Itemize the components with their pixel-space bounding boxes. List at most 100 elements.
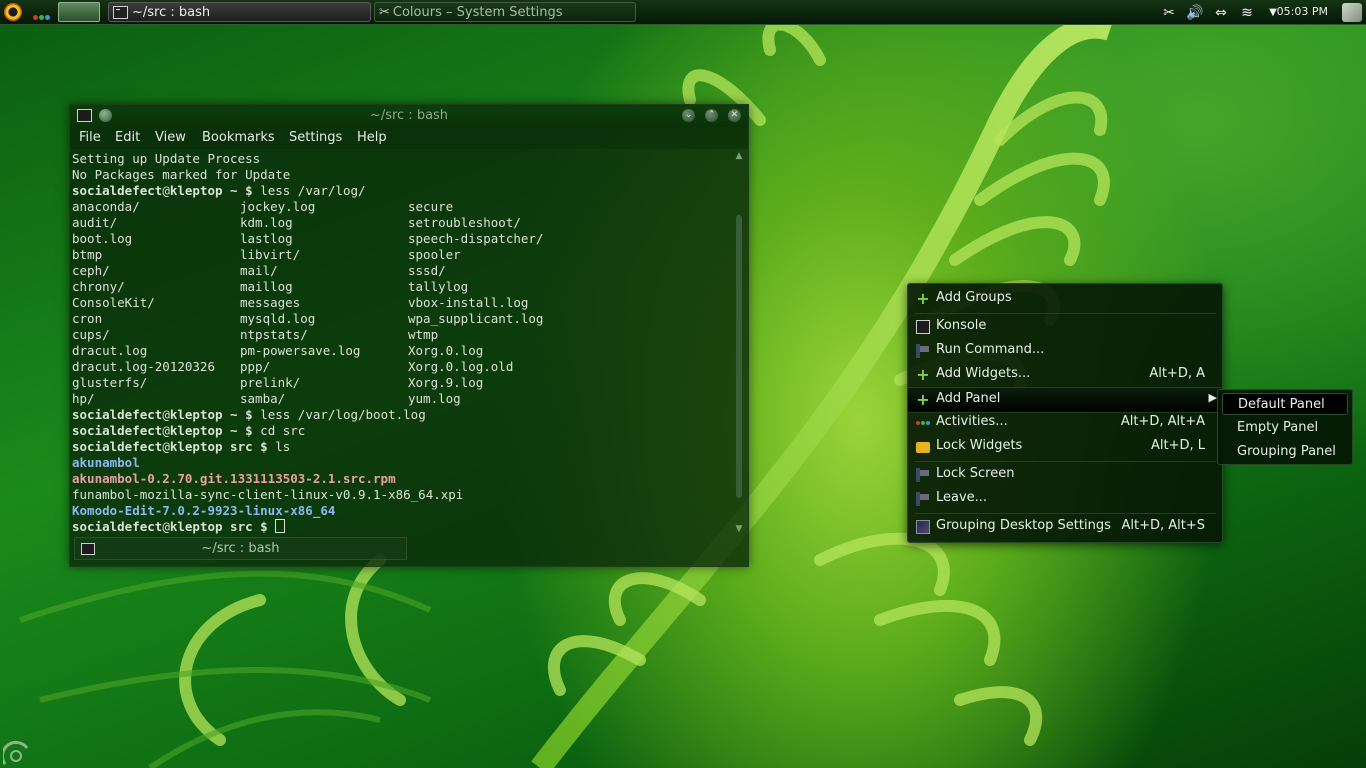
listing-entry: speech-dispatcher/ (408, 231, 544, 246)
listing-row: audit/kdm.log setroubleshoot/ (72, 215, 732, 231)
menu-item-lock-widgets[interactable]: Lock Widgets Alt+D, L (908, 435, 1222, 459)
panel-toolbox-icon[interactable] (1342, 3, 1362, 22)
listing-entry: jockey.log (240, 199, 316, 214)
prompt-at: @ (162, 183, 170, 198)
listing-entry: cron (72, 311, 103, 326)
text-cursor (275, 519, 286, 533)
listing-entry: sssd/ (408, 263, 446, 278)
prompt-host: kleptop (169, 439, 223, 454)
lock-icon (916, 442, 930, 453)
file-entry-dir: akunambol (72, 455, 140, 470)
close-icon[interactable]: ✕ (728, 109, 741, 122)
prompt-user: socialdefect (72, 183, 163, 198)
run-command-icon (916, 344, 930, 358)
prompt-host: kleptop (169, 519, 223, 534)
menu-item-add-panel[interactable]: + Add Panel ▶ (908, 387, 1222, 413)
listing-entry: cups/ (72, 327, 110, 342)
taskbar-item-konsole[interactable]: ~/src : bash (108, 2, 371, 22)
listing-entry: chrony/ (72, 279, 125, 294)
terminal-output[interactable]: Setting up Update Process No Packages ma… (72, 151, 732, 541)
menu-item-grouping-desktop-settings[interactable]: Grouping Desktop Settings Alt+D, Alt+S (908, 515, 1222, 539)
menu-item-label: Leave... (936, 490, 988, 505)
listing-row: hp/samba/yum.log (72, 391, 732, 407)
listing-entry: Xorg.9.log (408, 375, 484, 390)
add-icon: + (916, 390, 930, 409)
listing-entry: audit/ (72, 215, 118, 230)
terminal-scrollbar[interactable]: ▲ ▼ (734, 151, 744, 534)
scissors-icon[interactable]: ✂ (1160, 4, 1178, 22)
usb-icon[interactable]: ⇔ (1212, 4, 1230, 22)
menu-file[interactable]: File (79, 130, 101, 145)
listing-row: boot.log lastlog speech-dispatcher/ (72, 231, 732, 247)
menu-help[interactable]: Help (357, 130, 387, 145)
prompt-command: less /var/log/ (260, 183, 366, 198)
submenu-item-empty-panel[interactable]: Empty Panel (1222, 417, 1348, 439)
scrollbar-thumb[interactable] (736, 215, 742, 498)
taskbar-item-system-settings[interactable]: ✂ Colours – System Settings (374, 2, 636, 22)
scroll-up-icon[interactable]: ▲ (734, 151, 744, 161)
listing-row: dracut.log pm-powersave.log Xorg.0.log (72, 343, 732, 359)
menu-separator (914, 461, 1216, 462)
menu-item-label: Grouping Desktop Settings (936, 518, 1111, 533)
menu-view[interactable]: View (155, 130, 186, 145)
prompt-command: less /var/log/boot.log (260, 407, 426, 422)
menu-item-add-widgets[interactable]: + Add Widgets... Alt+D, A (908, 363, 1222, 387)
activity-dots-icon[interactable] (33, 9, 53, 20)
prompt-line: socialdefect@kleptop src $ (72, 519, 732, 535)
listing-row: chrony/maillog tallylog (72, 279, 732, 295)
listing-entry: hp/ (72, 391, 95, 406)
listing-row: btmp libvirt/spooler (72, 247, 732, 263)
clock[interactable]: 05:03 PM (1277, 5, 1328, 18)
menu-edit[interactable]: Edit (115, 130, 140, 145)
file-entry-rpm: akunambol-0.2.70.git.1331113503-2.1.src.… (72, 471, 396, 486)
desktop-context-menu: + Add Groups Konsole Run Command... + Ad… (907, 283, 1223, 543)
prompt-user: socialdefect (72, 407, 163, 422)
listing-entry: ppp/ (240, 359, 271, 374)
submenu-item-label: Default Panel (1238, 397, 1325, 412)
menu-item-lock-screen[interactable]: Lock Screen (908, 463, 1222, 487)
menu-item-add-groups[interactable]: + Add Groups (908, 287, 1222, 311)
prompt-line: socialdefect@kleptop src $ ls (72, 439, 732, 455)
menu-item-activities[interactable]: Activities... Alt+D, Alt+A (908, 411, 1222, 435)
listing-entry: libvirt/ (240, 247, 301, 262)
tab-konsole-session[interactable]: ~/src : bash (74, 537, 407, 560)
listing-entry: anaconda/ (72, 199, 140, 214)
listing-entry: samba/ (240, 391, 286, 406)
listing-row: anaconda/jockey.log secure (72, 199, 732, 215)
top-panel: ~/src : bash ✂ Colours – System Settings… (0, 0, 1366, 25)
prompt-dir: src $ (222, 519, 276, 534)
kde-launcher-icon[interactable] (4, 3, 22, 21)
prompt-line: socialdefect@kleptop ~ $ cd src (72, 423, 732, 439)
menu-item-run-command[interactable]: Run Command... (908, 339, 1222, 363)
menu-settings[interactable]: Settings (289, 130, 342, 145)
listing-entry: boot.log (72, 231, 133, 246)
taskbar-item-label: ~/src : bash (132, 4, 211, 20)
prompt-at: @ (162, 423, 170, 438)
menu-item-shortcut: Alt+D, Alt+A (1120, 414, 1205, 429)
minimize-icon[interactable]: ⌄ (682, 109, 695, 122)
wifi-icon[interactable]: ≋ (1238, 4, 1256, 22)
menu-item-leave[interactable]: Leave... (908, 487, 1222, 511)
prompt-at: @ (162, 439, 170, 454)
menu-item-label: Lock Widgets (936, 438, 1023, 453)
add-icon: + (916, 289, 930, 308)
listing-entry: pm-powersave.log (240, 343, 361, 358)
maximize-icon[interactable]: ⌃ (705, 109, 718, 122)
window-titlebar[interactable]: ~/src : bash ⌄ ⌃ ✕ (70, 105, 748, 127)
listing-entry: ConsoleKit/ (72, 295, 155, 310)
desktop-pager[interactable] (58, 2, 100, 22)
terminal-line: No Packages marked for Update (72, 167, 291, 182)
menu-bookmarks[interactable]: Bookmarks (202, 130, 275, 145)
menu-item-konsole[interactable]: Konsole (908, 315, 1222, 339)
scroll-down-icon[interactable]: ▼ (734, 524, 744, 534)
submenu-item-grouping-panel[interactable]: Grouping Panel (1222, 441, 1348, 463)
submenu-item-default-panel[interactable]: Default Panel (1222, 393, 1348, 415)
submenu-arrow-icon: ▶ (1208, 391, 1217, 404)
desktop-toolbox-icon[interactable] (3, 740, 29, 766)
prompt-command: ls (275, 439, 291, 454)
listing-entry: Xorg.0.log.old (408, 359, 514, 374)
taskbar-item-label: Colours – System Settings (392, 4, 563, 20)
listing-entry: Xorg.0.log (408, 343, 484, 358)
window-title: ~/src : bash (369, 108, 449, 123)
volume-icon[interactable]: 🔊 (1186, 4, 1204, 22)
